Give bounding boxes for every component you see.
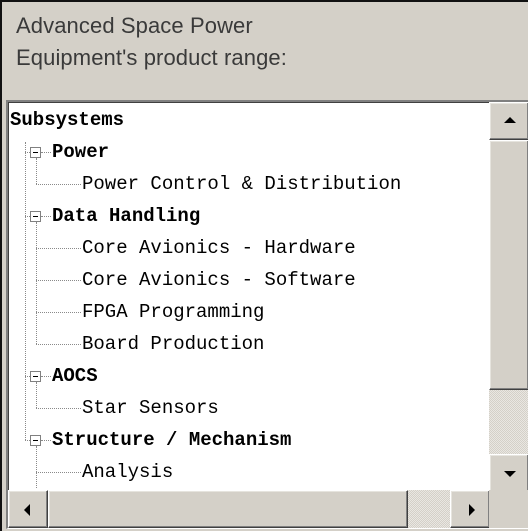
tree-node-label: Power Control & Distribution [82,173,402,195]
tree-connector [36,248,81,249]
tree-node-label: FPGA Programming [82,301,265,323]
horizontal-scroll-thumb[interactable] [48,490,408,528]
tree-node-label: Star Sensors [82,397,219,419]
tree-node-data-handling[interactable]: Data Handling [52,200,200,232]
heading-line-2: Equipment's product range: [16,45,287,70]
collapse-structure-icon[interactable] [30,435,41,446]
tree-connector [36,184,81,185]
tree-connector [36,344,81,345]
heading-line-1: Advanced Space Power [16,13,253,38]
tree-connector [36,280,81,281]
triangle-left-icon [24,504,30,516]
triangle-down-icon [504,471,516,477]
collapse-power-icon[interactable] [30,147,41,158]
scroll-right-button[interactable] [450,490,490,528]
product-tree-view[interactable]: Subsystems Power Power Control & Distrib… [6,100,528,529]
tree-root-subsystems[interactable]: Subsystems [10,104,124,136]
tree-leaf-board-production[interactable]: Board Production [82,328,264,360]
tree-node-power[interactable]: Power [52,136,109,168]
horizontal-scrollbar[interactable] [8,490,490,528]
tree-node-label: Analysis [82,461,174,483]
tree-leaf-star-sensors[interactable]: Star Sensors [82,392,219,424]
scroll-up-button[interactable] [489,102,528,140]
tree-node-label: AOCS [52,365,98,387]
tree-node-label: Core Avionics - Hardware [82,237,356,259]
tree-leaf-fpga-programming[interactable]: FPGA Programming [82,296,264,328]
vertical-scroll-thumb[interactable] [489,140,528,390]
tree-leaf-power-control-distribution[interactable]: Power Control & Distribution [82,168,401,200]
tree-node-label: Board Production [82,333,265,355]
tree-connector-aocs [36,382,37,408]
tree-node-label: Subsystems [10,109,125,131]
collapse-data-handling-icon[interactable] [30,211,41,222]
tree-connector [36,408,81,409]
collapse-aocs-icon[interactable] [30,371,41,382]
tree-node-label: Structure / Mechanism [52,429,292,451]
scrollbar-corner [489,490,528,528]
product-range-heading: Advanced Space Power Equipment's product… [16,10,287,74]
tree-node-aocs[interactable]: AOCS [52,360,98,392]
tree-connector [36,312,81,313]
tree-connector [36,472,81,473]
tree-node-structure-mechanism[interactable]: Structure / Mechanism [52,424,291,456]
tree-node-label: Power [52,141,110,163]
tree-connector [41,440,51,441]
tree-connector [41,376,51,377]
tree-leaf-core-avionics-hardware[interactable]: Core Avionics - Hardware [82,232,356,264]
tree-connector-power [36,158,37,184]
triangle-right-icon [469,504,475,516]
vertical-scrollbar[interactable] [489,102,528,492]
tree-connector [41,152,51,153]
triangle-up-icon [504,117,516,123]
tree-connector-structure [36,446,37,488]
tree-leaf-analysis[interactable]: Analysis [82,456,173,488]
scroll-left-button[interactable] [8,490,48,528]
product-range-panel: Advanced Space Power Equipment's product… [0,0,528,531]
tree-connector-root [25,142,26,440]
tree-connector [41,216,51,217]
tree-content: Subsystems Power Power Control & Distrib… [10,104,488,488]
tree-connector-data-handling [36,222,37,344]
tree-node-label: Data Handling [52,205,201,227]
scroll-down-button[interactable] [489,454,528,492]
tree-node-label: Core Avionics - Software [82,269,356,291]
tree-leaf-core-avionics-software[interactable]: Core Avionics - Software [82,264,356,296]
